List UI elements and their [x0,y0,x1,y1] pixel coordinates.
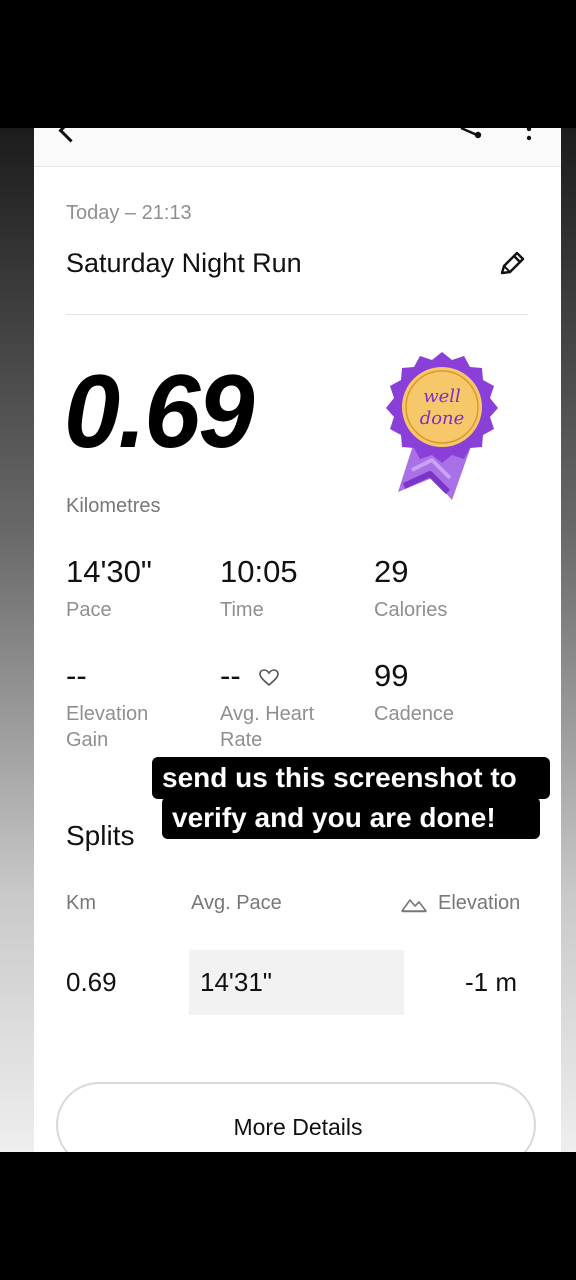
screenshot: Today – 21:13 Saturday Night Run 0.69 Ki… [0,0,576,1280]
splits-column-km: Km [66,892,96,914]
splits-column-avg-pace: Avg. Pace [191,892,282,914]
distance-value: 0.69 [64,354,255,470]
avg-heart-rate-value: -- [220,658,241,693]
heart-icon [259,669,279,687]
avg-heart-rate-label-line1: Avg. Heart [220,703,315,725]
back-arrow-icon[interactable] [58,128,83,143]
badge-text-line1: well [423,386,461,407]
elevation-icon [401,899,427,913]
activity-title: Saturday Night Run [66,248,302,278]
caption-line-1: send us this screenshot to [152,757,550,799]
app-bar [34,128,561,167]
splits-column-elevation: Elevation [438,892,521,914]
activity-date: Today – 21:13 [66,202,192,224]
left-background-strip [0,128,34,1152]
pace-value: 14'30" [66,554,152,589]
more-details-button[interactable]: More Details [56,1082,536,1152]
more-details-label: More Details [233,1114,363,1140]
overlay-caption: send us this screenshot to verify and yo… [152,757,550,841]
calories-value: 29 [374,554,409,589]
well-done-badge: well done [386,352,498,500]
split-km-value: 0.69 [66,967,117,997]
avg-heart-rate-label-line2: Rate [220,729,263,751]
elevation-gain-label-line2: Gain [66,729,109,751]
split-pace-value: 14'31" [200,967,273,997]
pace-label: Pace [66,599,112,621]
calories-label: Calories [374,599,448,621]
time-label: Time [220,599,264,621]
cadence-value: 99 [374,658,409,693]
activity-screen: Today – 21:13 Saturday Night Run 0.69 Ki… [34,128,561,1152]
split-elevation-value: -1 m [465,967,517,997]
splits-title: Splits [66,820,135,851]
pencil-icon[interactable] [496,248,528,280]
right-background-strip [561,128,576,1152]
elevation-gain-label-line1: Elevation [66,703,149,725]
header-divider [66,314,528,315]
time-value: 10:05 [220,554,298,589]
distance-unit: Kilometres [66,495,161,517]
elevation-gain-value: -- [66,658,87,693]
badge-text-line2: done [420,408,465,429]
more-vert-icon[interactable] [524,128,534,144]
cadence-label: Cadence [374,703,455,725]
caption-line-2: verify and you are done! [162,797,540,839]
share-icon[interactable] [459,128,483,140]
